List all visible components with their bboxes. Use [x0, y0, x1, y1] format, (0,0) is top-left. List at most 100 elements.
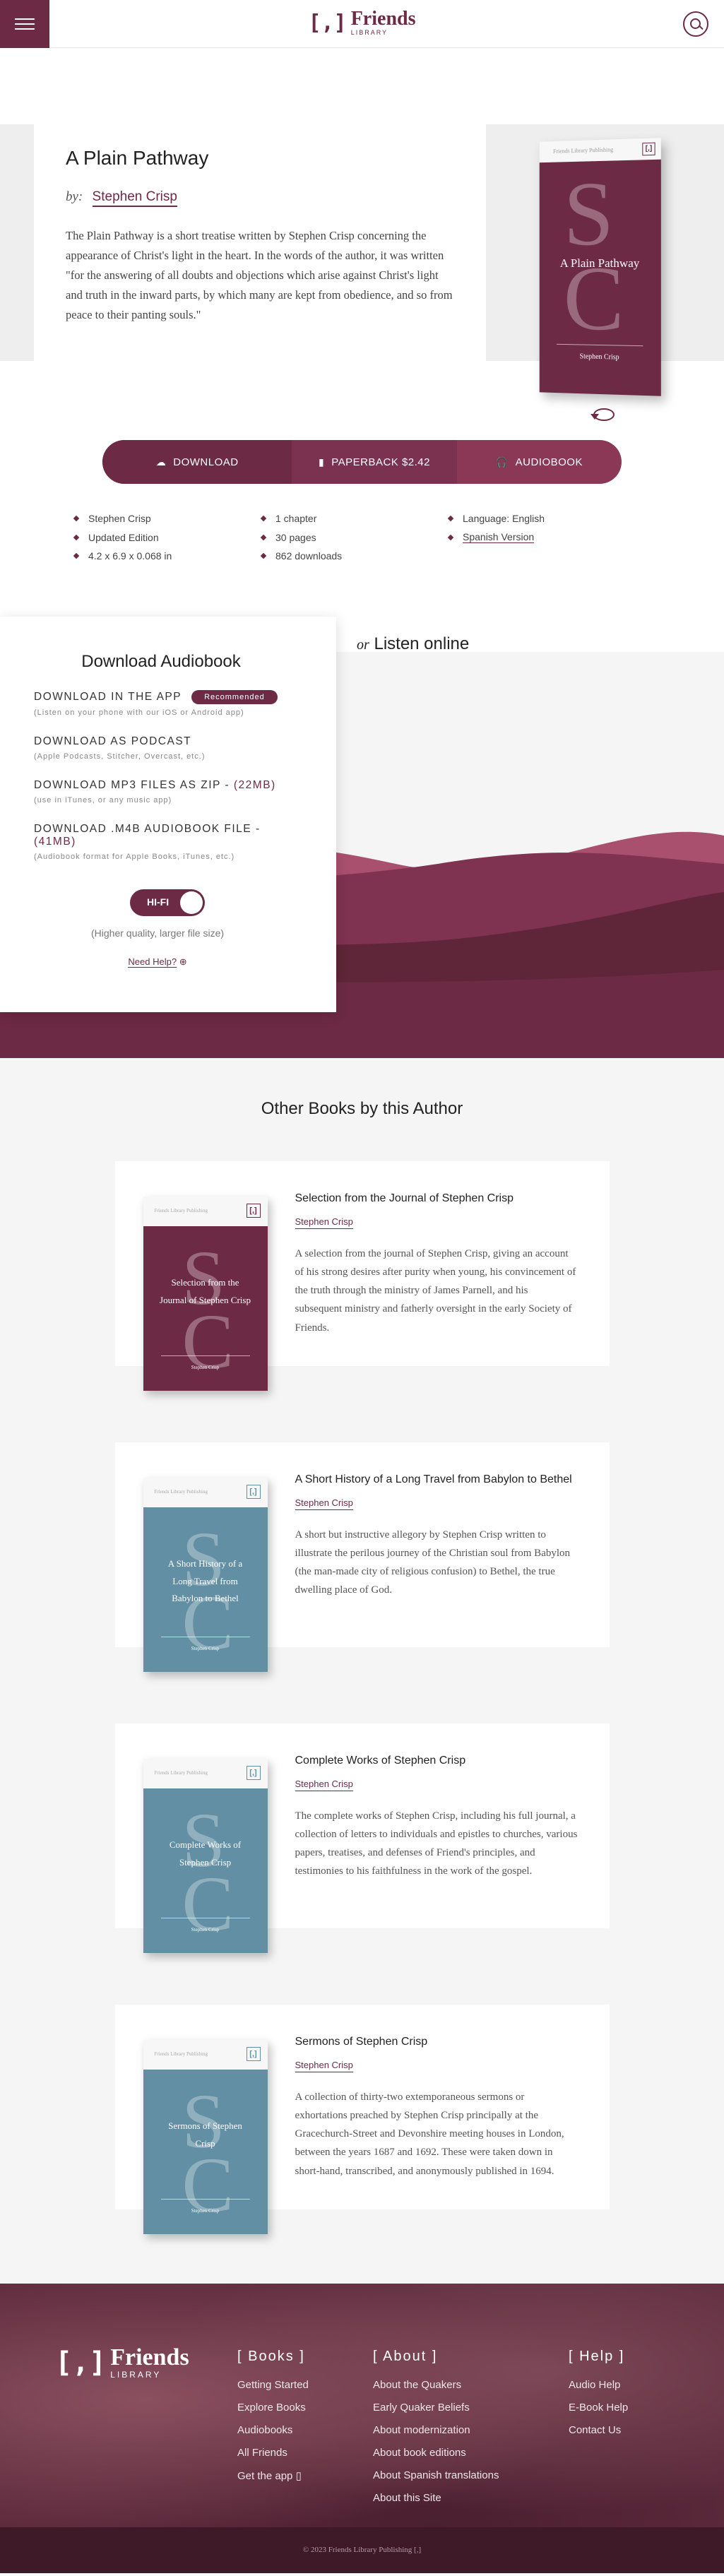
- footer-books-heading: [ Books ]: [237, 2349, 305, 2364]
- search-icon[interactable]: [683, 11, 708, 37]
- book-cover: Friends Library Publishing [,] S C A Pla…: [539, 138, 661, 396]
- spanish-version-link[interactable]: Spanish Version: [463, 531, 535, 543]
- toggle-knob: [180, 891, 203, 914]
- audio-option-podcast-title[interactable]: DOWNLOAD AS PODCAST: [34, 735, 191, 748]
- footer-link-modernization[interactable]: About modernization: [373, 2424, 499, 2436]
- footer-link-ebook-help[interactable]: E-Book Help: [569, 2402, 628, 2414]
- recommended-badge: Recommended: [191, 690, 278, 704]
- book-card-cover-title: Sermons of Stephen Crisp: [168, 2120, 242, 2149]
- footer-link-about-quakers[interactable]: About the Quakers: [373, 2379, 499, 2391]
- phone-icon: ▯: [295, 2470, 302, 2482]
- author-link[interactable]: Stephen Crisp: [92, 189, 177, 207]
- footer-about-col: [ About ] About the Quakers Early Quaker…: [373, 2349, 499, 2515]
- audio-option-app-title[interactable]: DOWNLOAD IN THE APP: [34, 691, 182, 704]
- audio-option-podcast[interactable]: DOWNLOAD AS PODCAST (Apple Podcasts, Sti…: [34, 735, 302, 761]
- site-logo[interactable]: [,] Friends LIBRARY: [308, 8, 416, 37]
- footer-link-beliefs[interactable]: Early Quaker Beliefs: [373, 2402, 499, 2414]
- footer-link-audio-help[interactable]: Audio Help: [569, 2379, 628, 2391]
- book-card-cover-mark: [,]: [246, 1766, 261, 1780]
- book-card-cover[interactable]: Friends Library Publishing [,] S C Compl…: [143, 1759, 268, 1953]
- copyright: © 2023 Friends Library Publishing [,]: [0, 2527, 724, 2573]
- footer-help-col: [ Help ] Audio Help E-Book Help Contact …: [569, 2349, 628, 2447]
- footer-link-explore-books[interactable]: Explore Books: [237, 2402, 309, 2414]
- download-button[interactable]: ☁ DOWNLOAD: [102, 440, 292, 484]
- footer-about-heading: [ About ]: [373, 2349, 438, 2364]
- book-card-cover-mark: [,]: [246, 1204, 261, 1218]
- book-card-author[interactable]: Stephen Crisp: [295, 1779, 353, 1791]
- download-label: DOWNLOAD: [173, 456, 239, 468]
- book-card[interactable]: Friends Library Publishing [,] S C Selec…: [114, 1161, 610, 1391]
- book-card-title[interactable]: A Short History of a Long Travel from Ba…: [295, 1471, 578, 1489]
- footer-link-contact[interactable]: Contact Us: [569, 2424, 628, 2436]
- menu-button[interactable]: [0, 0, 49, 48]
- book-card-title[interactable]: Sermons of Stephen Crisp: [295, 2033, 578, 2051]
- book-card[interactable]: Friends Library Publishing [,] S C Compl…: [114, 1723, 610, 1953]
- footer-link-get-app[interactable]: Get the app ▯: [237, 2469, 309, 2482]
- logo-bracket: [,]: [308, 10, 347, 35]
- cover-strip: Friends Library Publishing [,]: [539, 138, 661, 163]
- footer-link-audiobooks[interactable]: Audiobooks: [237, 2424, 309, 2436]
- book-card-title[interactable]: Complete Works of Stephen Crisp: [295, 1752, 578, 1770]
- book-card-description: A selection from the journal of Stephen …: [295, 1247, 576, 1334]
- book-card-cover[interactable]: Friends Library Publishing [,] S C A Sho…: [143, 1478, 268, 1672]
- byline: by: Stephen Crisp: [66, 189, 454, 207]
- rotate-cover-icon[interactable]: [591, 408, 615, 421]
- meta-downloads: 862 downloads: [261, 550, 449, 562]
- book-card-author[interactable]: Stephen Crisp: [295, 2060, 353, 2072]
- book-card-description: A collection of thirty-two extemporaneou…: [295, 2091, 564, 2177]
- paperback-button[interactable]: ▮ PAPERBACK $2.42: [292, 440, 457, 484]
- audio-option-m4b-sub: (Audiobook format for Apple Books, iTune…: [34, 853, 235, 861]
- footer-link-spanish[interactable]: About Spanish translations: [373, 2469, 499, 2481]
- audio-option-m4b-title[interactable]: DOWNLOAD .M4B AUDIOBOOK FILE -: [34, 823, 261, 835]
- meta-downloads-text: 862 downloads: [275, 550, 343, 562]
- audio-option-mp3[interactable]: DOWNLOAD MP3 FILES AS ZIP - (22MB) (use …: [34, 779, 302, 805]
- footer-link-editions[interactable]: About book editions: [373, 2447, 499, 2459]
- paperback-label: PAPERBACK $2.42: [331, 456, 430, 468]
- listen-online-label: Listen online: [374, 634, 470, 653]
- footer-logo-word: Friends: [110, 2344, 189, 2370]
- book-card-author[interactable]: Stephen Crisp: [295, 1216, 353, 1229]
- cover-author: Stephen Crisp: [579, 352, 619, 362]
- logo-word: Friends: [350, 8, 416, 30]
- book-card-cover-title: Complete Works of Stephen Crisp: [169, 1839, 242, 1868]
- audio-option-app[interactable]: DOWNLOAD IN THE APP Recommended (Listen o…: [34, 690, 302, 717]
- footer-link-about-site[interactable]: About this Site: [373, 2492, 499, 2504]
- help-icon[interactable]: ⊕: [179, 956, 187, 967]
- audiobook-button[interactable]: 🎧 AUDIOBOOK: [457, 440, 622, 484]
- book-card-cover-publisher: Friends Library Publishing: [154, 1208, 208, 1213]
- book-card-cover[interactable]: Friends Library Publishing [,] S C Selec…: [143, 1197, 268, 1391]
- audiobook-section: Download Audiobook DOWNLOAD IN THE APP Re…: [0, 617, 724, 1058]
- meta-language-text: Language: English: [463, 513, 545, 524]
- meta-spanish: Spanish Version: [449, 531, 636, 543]
- footer-link-getting-started[interactable]: Getting Started: [237, 2379, 309, 2391]
- meta-chapters-text: 1 chapter: [275, 513, 317, 524]
- get-app-label: Get the app: [237, 2470, 293, 2482]
- cover-publisher: Friends Library Publishing: [553, 146, 614, 155]
- need-help: Need Help? ⊕: [13, 956, 302, 968]
- cover-logo-mark: [,]: [642, 142, 655, 156]
- book-card-cover-publisher: Friends Library Publishing: [154, 2051, 208, 2057]
- book-card[interactable]: Friends Library Publishing [,] S C Sermo…: [114, 2005, 610, 2234]
- footer-logo[interactable]: [,] Friends LIBRARY: [55, 2346, 189, 2380]
- audio-option-m4b[interactable]: DOWNLOAD .M4B AUDIOBOOK FILE - (41MB) (A…: [34, 823, 302, 861]
- logo-sub: LIBRARY: [350, 29, 388, 36]
- by-label: by:: [66, 189, 83, 204]
- meta-edition-text: Updated Edition: [88, 531, 159, 543]
- meta-author: Stephen Crisp: [74, 513, 261, 524]
- listen-online: or Listen online: [357, 634, 469, 654]
- audio-option-mp3-title[interactable]: DOWNLOAD MP3 FILES AS ZIP -: [34, 779, 230, 791]
- hifi-toggle[interactable]: HI-FI: [130, 889, 205, 916]
- book-card-cover-author: Stephen Crisp: [191, 1927, 220, 1933]
- mp3-size: (22MB): [233, 779, 276, 791]
- book-card[interactable]: Friends Library Publishing [,] S C A Sho…: [114, 1442, 610, 1672]
- meta-pages: 30 pages: [261, 531, 449, 543]
- book-card-cover-strip: Friends Library Publishing [,]: [143, 1759, 268, 1788]
- book-card-author[interactable]: Stephen Crisp: [295, 1497, 353, 1510]
- book-card-cover[interactable]: Friends Library Publishing [,] S C Sermo…: [143, 2040, 268, 2234]
- book-card-title[interactable]: Selection from the Journal of Stephen Cr…: [295, 1189, 578, 1208]
- footer-link-all-friends[interactable]: All Friends: [237, 2447, 309, 2459]
- download-audiobook-panel: Download Audiobook DOWNLOAD IN THE APP Re…: [0, 617, 336, 1012]
- book-icon: ▮: [318, 456, 325, 468]
- meta-size: 4.2 x 6.9 x 0.068 in: [74, 550, 261, 562]
- need-help-link[interactable]: Need Help?: [128, 956, 177, 968]
